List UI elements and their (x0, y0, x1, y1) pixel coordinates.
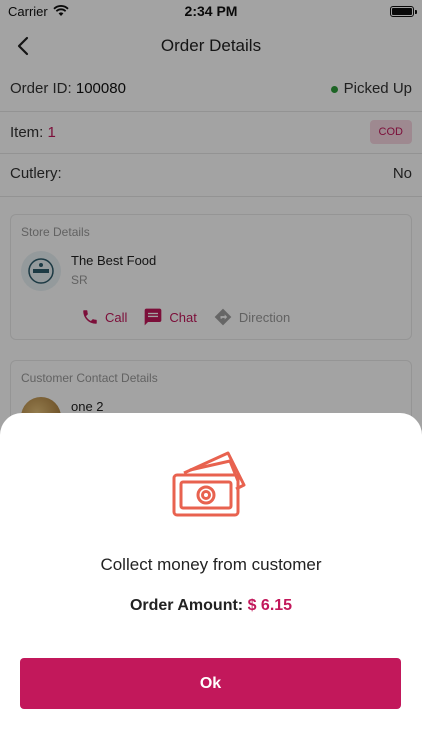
collect-money-sheet: Collect money from customer Order Amount… (0, 413, 422, 750)
ok-button[interactable]: Ok (20, 658, 401, 709)
collect-money-message: Collect money from customer (100, 555, 322, 574)
order-amount: Order Amount: $ 6.15 (0, 597, 422, 615)
cash-icon (172, 451, 246, 517)
order-amount-label: Order Amount: (129, 597, 244, 614)
order-amount-value: $ 6.15 (247, 597, 293, 614)
